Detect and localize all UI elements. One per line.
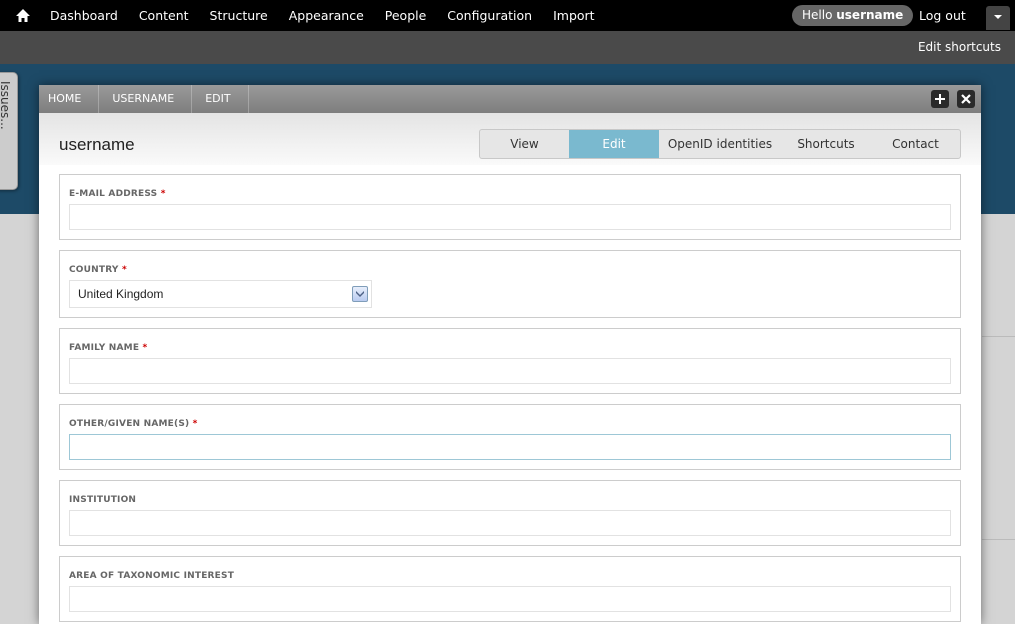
required-marker: * [192,419,198,429]
menu-item-structure[interactable]: Structure [210,8,268,23]
logout-link[interactable]: Log out [919,8,966,23]
edit-shortcuts-link[interactable]: Edit shortcuts [918,40,1001,54]
tab-contact[interactable]: Contact [871,130,960,158]
edit-overlay: HOME USERNAME EDIT username View Edit Op… [39,85,981,624]
shortcuts-bar: Edit shortcuts [0,31,1015,64]
country-field-wrapper: COUNTRY * United Kingdom [59,250,961,318]
tab-shortcuts[interactable]: Shortcuts [781,130,871,158]
add-shortcut-button[interactable] [931,90,949,108]
plus-icon [935,94,945,104]
overlay-header: username View Edit OpenID identities Sho… [39,113,981,165]
taxonomic-interest-field-wrapper: AREA OF TAXONOMIC INTEREST [59,556,961,622]
breadcrumb-edit[interactable]: EDIT [196,85,252,113]
chevron-down-icon [356,291,364,297]
country-selected-value: United Kingdom [78,287,164,301]
home-icon[interactable] [14,7,32,25]
issues-tab-label: Issues... [0,81,12,130]
menu-item-import[interactable]: Import [553,8,595,23]
dropdown-arrow[interactable] [352,286,368,302]
issues-side-tab[interactable]: Issues... [0,72,18,190]
user-greeting[interactable]: Hello username [792,5,914,26]
primary-tabs: View Edit OpenID identities Shortcuts Co… [479,129,961,159]
shortcuts-drawer-toggle[interactable] [986,6,1010,30]
required-marker: * [160,189,166,199]
email-label: E-MAIL ADDRESS * [69,189,166,199]
page-title: username [59,135,135,154]
country-label: COUNTRY * [69,265,127,275]
required-marker: * [142,343,148,353]
family-name-field-wrapper: FAMILY NAME * [59,328,961,394]
close-overlay-button[interactable] [957,90,975,108]
country-select[interactable]: United Kingdom [69,280,372,308]
menu-item-dashboard[interactable]: Dashboard [50,8,118,23]
greeting-prefix: Hello [802,8,833,22]
breadcrumb: HOME USERNAME EDIT [39,85,253,113]
tab-view[interactable]: View [480,130,569,158]
taxonomic-interest-input[interactable] [69,586,951,612]
email-input[interactable] [69,204,951,230]
given-names-input[interactable] [69,434,951,460]
chevron-down-icon [994,15,1002,19]
institution-field-wrapper: INSTITUTION [59,480,961,546]
tab-edit[interactable]: Edit [569,130,659,158]
menu-item-configuration[interactable]: Configuration [447,8,532,23]
menu-item-content[interactable]: Content [139,8,189,23]
greeting-username: username [836,8,904,22]
given-names-field-wrapper: OTHER/GIVEN NAME(S) * [59,404,961,470]
admin-toolbar: Dashboard Content Structure Appearance P… [0,0,1015,31]
menu-item-appearance[interactable]: Appearance [289,8,364,23]
overlay-titlebar: HOME USERNAME EDIT [39,85,981,113]
email-field-wrapper: E-MAIL ADDRESS * [59,174,961,240]
family-name-input[interactable] [69,358,951,384]
admin-menu: Dashboard Content Structure Appearance P… [50,0,616,31]
breadcrumb-home[interactable]: HOME [39,85,103,113]
menu-item-people[interactable]: People [385,8,427,23]
breadcrumb-username[interactable]: USERNAME [103,85,196,113]
tab-openid-identities[interactable]: OpenID identities [659,130,781,158]
institution-label: INSTITUTION [69,495,137,505]
given-names-label: OTHER/GIVEN NAME(S) * [69,419,198,429]
taxonomic-interest-label: AREA OF TAXONOMIC INTEREST [69,571,235,581]
required-marker: * [121,265,127,275]
close-icon [961,94,971,104]
family-name-label: FAMILY NAME * [69,343,148,353]
institution-input[interactable] [69,510,951,536]
